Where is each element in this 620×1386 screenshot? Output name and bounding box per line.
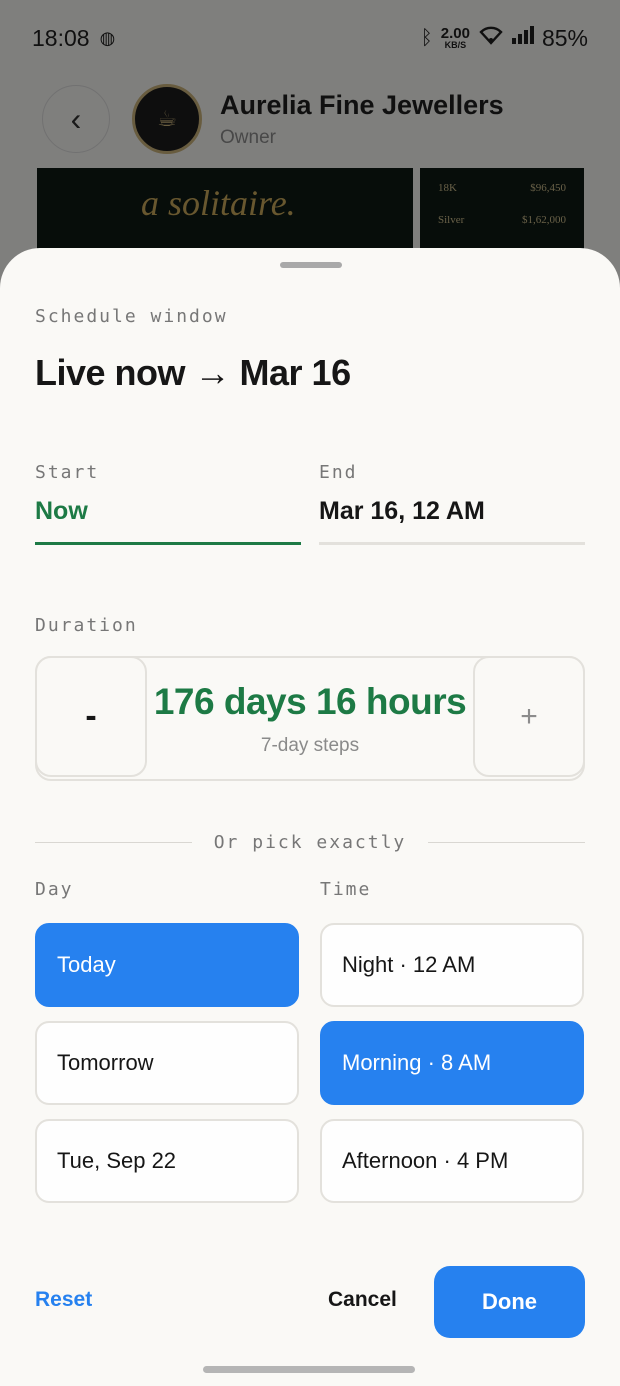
decrease-duration-button[interactable]: -	[35, 656, 147, 777]
start-field[interactable]: Start Now	[35, 462, 301, 545]
divider-line	[35, 842, 192, 843]
start-label: Start	[35, 462, 100, 483]
done-button[interactable]: Done	[434, 1266, 585, 1338]
plus-icon: +	[520, 699, 538, 733]
start-value: Now	[35, 497, 88, 525]
schedule-headline: Live now → Mar 16	[35, 352, 351, 393]
day-option-today[interactable]: Today	[35, 923, 299, 1007]
end-underline	[319, 542, 585, 545]
duration-display: 176 days 16 hours 7-day steps	[145, 658, 475, 779]
day-label: Day	[35, 879, 74, 900]
divider-text: Or pick exactly	[213, 832, 407, 853]
time-option-morning[interactable]: Morning · 8 AM	[320, 1021, 584, 1105]
end-value: Mar 16, 12 AM	[319, 497, 485, 525]
pick-exactly-divider: Or pick exactly	[35, 832, 585, 853]
end-field[interactable]: End Mar 16, 12 AM	[319, 462, 585, 545]
day-option-date[interactable]: Tue, Sep 22	[35, 1119, 299, 1203]
start-underline	[35, 542, 301, 545]
end-label: End	[319, 462, 358, 483]
duration-step-hint: 7-day steps	[260, 734, 360, 756]
sheet-footer: Reset Cancel Done	[0, 1266, 620, 1338]
drag-handle[interactable]	[280, 262, 342, 268]
minus-icon: -	[85, 697, 97, 735]
time-option-night[interactable]: Night · 12 AM	[320, 923, 584, 1007]
day-option-tomorrow[interactable]: Tomorrow	[35, 1021, 299, 1105]
cancel-button[interactable]: Cancel	[328, 1288, 397, 1312]
duration-value: 176 days 16 hours	[153, 680, 467, 722]
home-indicator[interactable]	[203, 1366, 415, 1373]
time-option-afternoon[interactable]: Afternoon · 4 PM	[320, 1119, 584, 1203]
section-label: Schedule window	[35, 306, 228, 327]
divider-line	[428, 842, 585, 843]
reset-button[interactable]: Reset	[35, 1288, 92, 1312]
time-label: Time	[320, 879, 372, 900]
duration-stepper: - 176 days 16 hours 7-day steps +	[35, 656, 585, 781]
increase-duration-button[interactable]: +	[473, 656, 585, 777]
duration-label: Duration	[35, 615, 138, 636]
schedule-bottom-sheet: Schedule window Live now → Mar 16 Start …	[0, 248, 620, 1386]
